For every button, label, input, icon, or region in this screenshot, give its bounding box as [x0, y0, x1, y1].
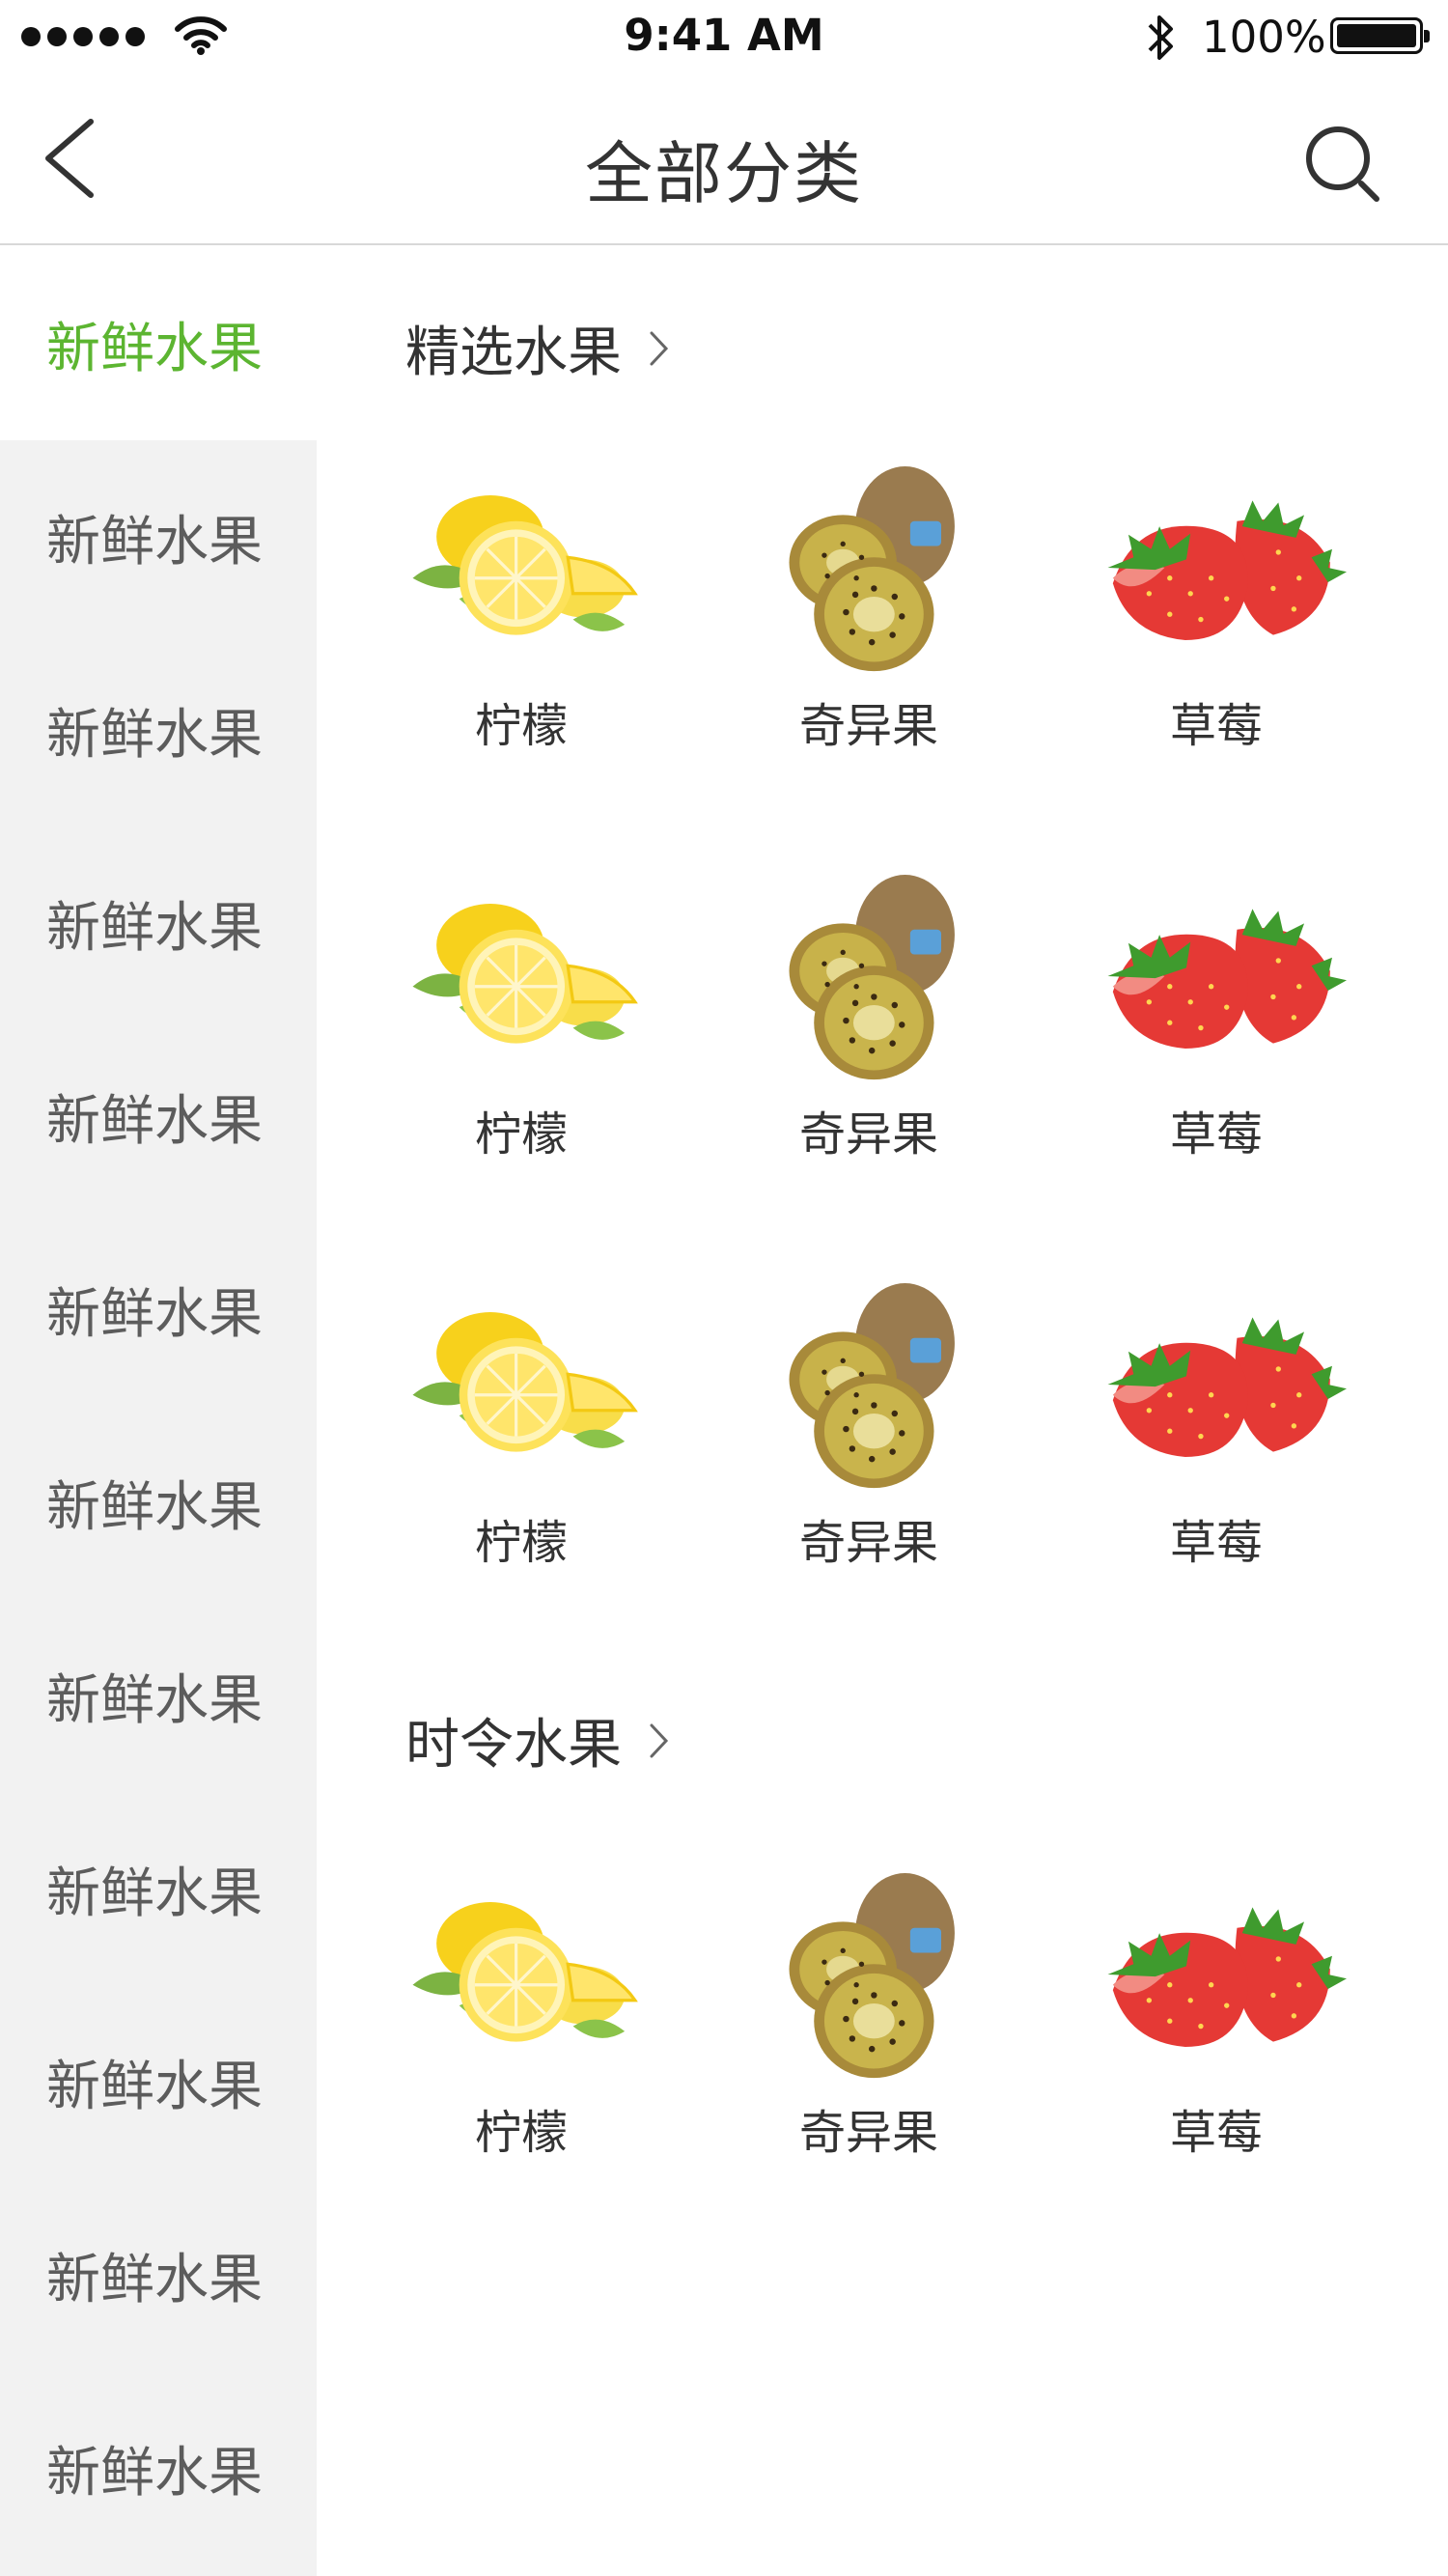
product-card-lemon[interactable]: 柠檬 — [357, 1868, 685, 2197]
kiwi-image — [789, 1873, 955, 2079]
lemon-image — [412, 1902, 638, 2042]
navigation-bar: 全部分类 — [0, 73, 1448, 245]
product-card-kiwi[interactable]: 奇异果 — [705, 1868, 1033, 2197]
strawberry-image — [1107, 1907, 1347, 2047]
sidebar-item[interactable]: 新鲜水果 — [0, 2371, 317, 2564]
strawberry-image — [1107, 500, 1347, 640]
chevron-right-icon — [650, 1723, 669, 1757]
search-icon[interactable] — [1301, 122, 1388, 209]
chevron-right-icon — [650, 331, 669, 365]
product-card-lemon[interactable]: 柠檬 — [357, 870, 685, 1198]
kiwi-image — [789, 1283, 955, 1489]
product-card-kiwi[interactable]: 奇异果 — [705, 1278, 1033, 1607]
section-title: 精选水果 — [405, 322, 622, 384]
product-card-strawberry[interactable]: 草莓 — [1052, 1868, 1380, 2197]
product-card-kiwi[interactable]: 奇异果 — [705, 870, 1033, 1198]
product-card-lemon[interactable]: 柠檬 — [357, 1278, 685, 1607]
product-card-strawberry[interactable]: 草莓 — [1052, 1278, 1380, 1607]
status-bar: 9:41 AM 100% — [0, 0, 1448, 73]
product-name: 草莓 — [1169, 1107, 1263, 1162]
sidebar-item-fresh-fruit[interactable]: 新鲜水果 — [0, 247, 317, 440]
product-card-kiwi[interactable]: 奇异果 — [705, 462, 1033, 790]
section-header-seasonal[interactable]: 时令水果 — [405, 1701, 670, 1779]
category-sidebar: 新鲜水果 新鲜水果 新鲜水果 新鲜水果 新鲜水果 新鲜水果 新鲜水果 新鲜水果 … — [0, 247, 317, 2576]
product-name: 草莓 — [1169, 2106, 1263, 2160]
battery-icon — [1330, 17, 1430, 54]
product-name: 草莓 — [1169, 1516, 1263, 1570]
battery-percentage: 100% — [1202, 12, 1326, 63]
lemon-image — [412, 904, 638, 1044]
section-header-featured[interactable]: 精选水果 — [405, 309, 670, 387]
strawberry-image — [1107, 909, 1347, 1049]
product-name: 奇异果 — [798, 1107, 938, 1162]
kiwi-image — [789, 875, 955, 1080]
lemon-image — [412, 1312, 638, 1452]
sidebar-item[interactable]: 新鲜水果 — [0, 1599, 317, 1792]
sidebar-item[interactable]: 新鲜水果 — [0, 1213, 317, 1406]
sidebar-item[interactable]: 新鲜水果 — [0, 1020, 317, 1213]
sidebar-item[interactable]: 新鲜水果 — [0, 2178, 317, 2371]
sidebar-item[interactable]: 新鲜水果 — [0, 1406, 317, 1599]
product-name: 柠檬 — [474, 2106, 568, 2160]
sidebar-item[interactable]: 新鲜水果 — [0, 1985, 317, 2178]
product-name: 奇异果 — [798, 1516, 938, 1570]
product-name: 柠檬 — [474, 1516, 568, 1570]
product-name: 奇异果 — [798, 699, 938, 753]
product-name: 柠檬 — [474, 699, 568, 753]
strawberry-image — [1107, 1317, 1347, 1457]
lemon-image — [412, 495, 638, 635]
bluetooth-icon — [1148, 15, 1173, 60]
product-name: 柠檬 — [474, 1107, 568, 1162]
sidebar-item[interactable]: 新鲜水果 — [0, 1792, 317, 1985]
product-card-strawberry[interactable]: 草莓 — [1052, 870, 1380, 1198]
product-card-lemon[interactable]: 柠檬 — [357, 462, 685, 790]
section-title: 时令水果 — [405, 1714, 622, 1777]
product-card-strawberry[interactable]: 草莓 — [1052, 462, 1380, 790]
product-name: 草莓 — [1169, 699, 1263, 753]
sidebar-item[interactable]: 新鲜水果 — [0, 440, 317, 633]
kiwi-image — [789, 466, 955, 672]
sidebar-item[interactable]: 新鲜水果 — [0, 826, 317, 1020]
page-title: 全部分类 — [585, 134, 863, 213]
sidebar-item[interactable]: 新鲜水果 — [0, 633, 317, 826]
product-name: 奇异果 — [798, 2106, 938, 2160]
